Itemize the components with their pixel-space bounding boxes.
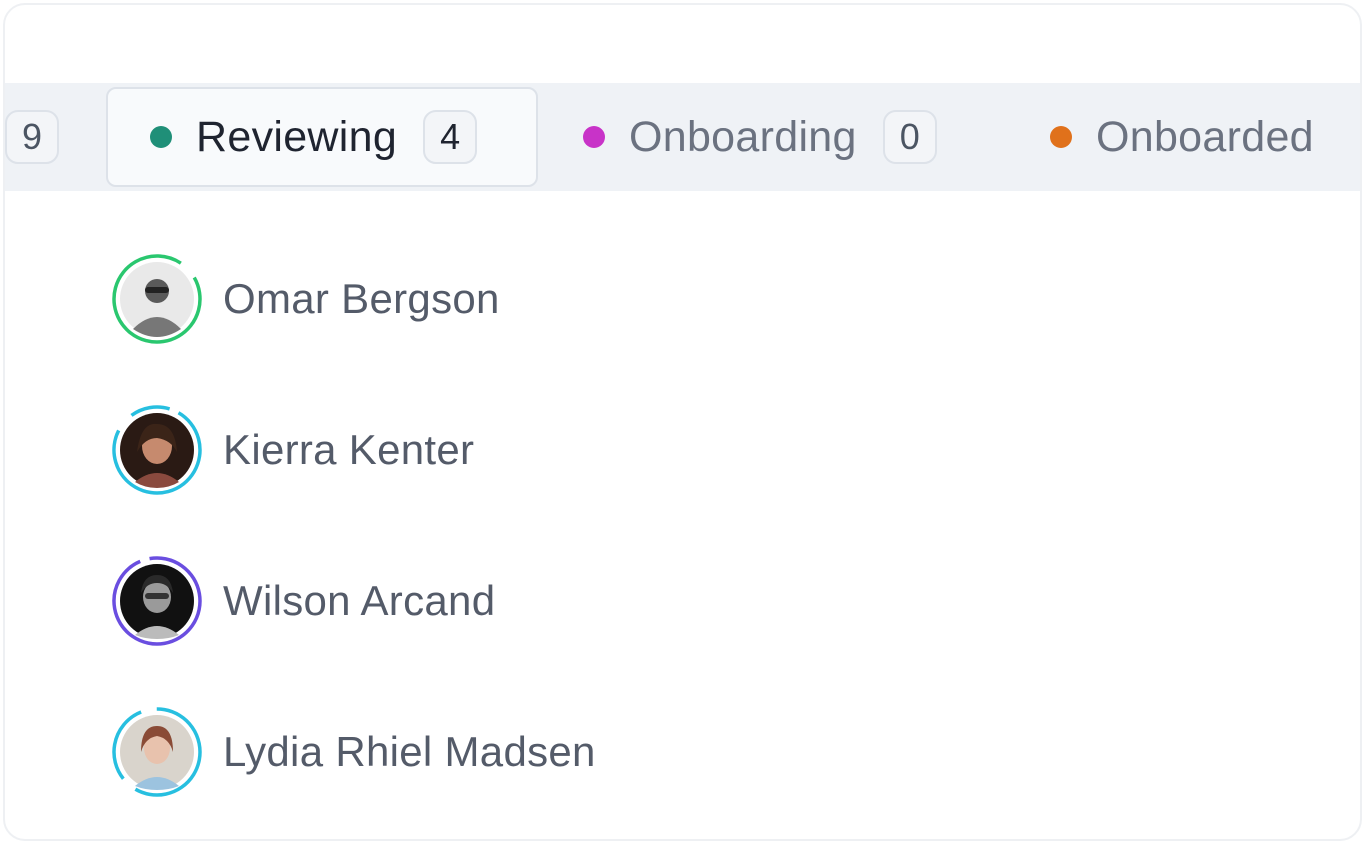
avatar	[111, 706, 203, 798]
status-dot-icon	[583, 126, 605, 148]
avatar	[111, 555, 203, 647]
avatar	[111, 253, 203, 345]
list-item[interactable]: Lydia Rhiel Madsen	[111, 706, 596, 798]
tab-count-badge: 4	[423, 110, 478, 164]
avatar-photo-icon	[112, 254, 202, 344]
card: 9 Reviewing 4 Onboarding 0 Onboarded Oma…	[3, 3, 1362, 841]
avatar-photo-icon	[112, 707, 202, 797]
status-dot-icon	[150, 126, 172, 148]
person-name: Lydia Rhiel Madsen	[223, 728, 596, 775]
avatar-photo-icon	[112, 556, 202, 646]
avatar-photo-icon	[112, 405, 202, 495]
person-name: Omar Bergson	[223, 275, 500, 322]
tab-previous[interactable]: 9	[5, 87, 59, 187]
status-tab-bar: 9 Reviewing 4 Onboarding 0 Onboarded	[5, 83, 1360, 191]
avatar	[111, 404, 203, 496]
list-item[interactable]: Wilson Arcand	[111, 555, 495, 647]
tab-label: Onboarded	[1096, 112, 1314, 161]
tab-onboarding[interactable]: Onboarding 0	[583, 87, 937, 187]
tab-reviewing[interactable]: Reviewing 4	[106, 87, 538, 187]
list-item[interactable]: Kierra Kenter	[111, 404, 474, 496]
tab-count-badge: 0	[882, 110, 937, 164]
list-item[interactable]: Omar Bergson	[111, 253, 500, 345]
person-name: Wilson Arcand	[223, 577, 496, 624]
tab-onboarded[interactable]: Onboarded	[1050, 87, 1314, 187]
tab-label: Reviewing	[196, 112, 398, 161]
tab-count-badge: 9	[5, 110, 59, 164]
person-name: Kierra Kenter	[223, 426, 475, 473]
status-dot-icon	[1050, 126, 1072, 148]
tab-label: Onboarding	[629, 112, 857, 161]
